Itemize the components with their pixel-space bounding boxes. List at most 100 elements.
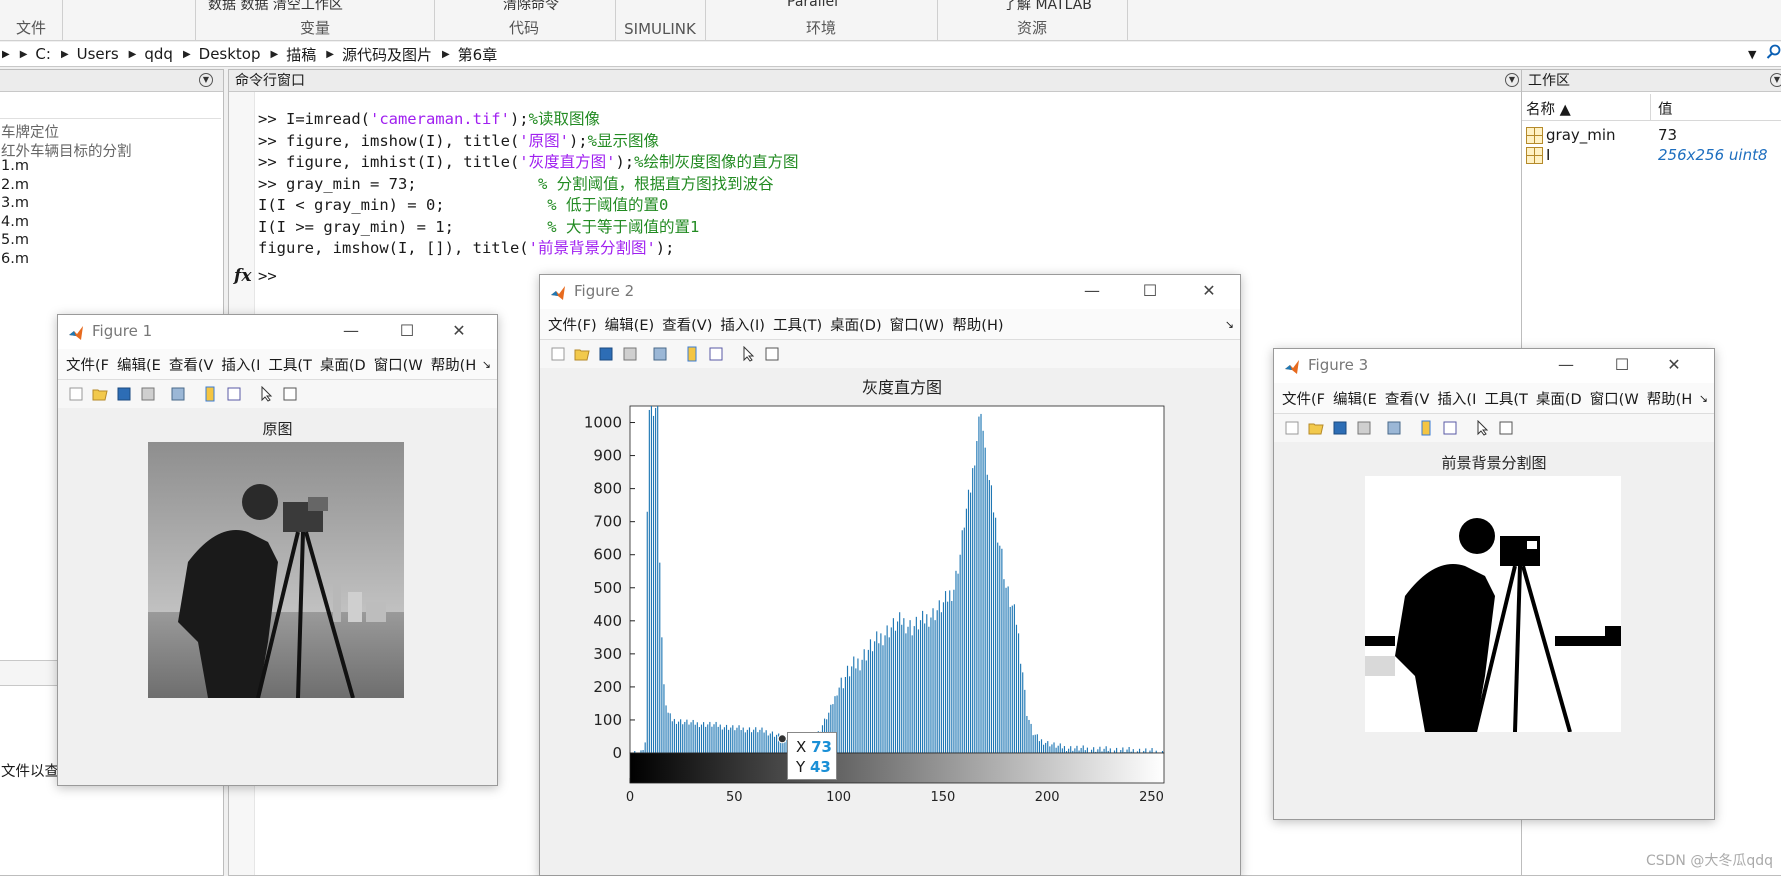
address-bar[interactable]: ▶ ▶C:▶Users▶qdq▶Desktop▶描稿▶源代码及图片▶第6章 ▼ [0, 42, 1781, 67]
overflow-icon[interactable]: ↘ [482, 358, 491, 371]
menu-item[interactable]: 工具(T [268, 354, 312, 375]
menu-item[interactable]: 编辑(E [1333, 388, 1377, 409]
link-icon[interactable] [170, 386, 186, 402]
print-icon[interactable] [622, 346, 638, 362]
minimize-icon[interactable]: — [1556, 355, 1576, 375]
breadcrumb-item[interactable]: qdq [144, 45, 173, 63]
close-icon[interactable]: ✕ [1664, 355, 1684, 375]
save-icon[interactable] [116, 386, 132, 402]
file-list-item[interactable]: 4.m [1, 214, 132, 233]
save-icon[interactable] [598, 346, 614, 362]
new-figure-icon[interactable] [1284, 420, 1300, 436]
breadcrumb-separator-icon[interactable]: ▶ [442, 49, 450, 60]
menu-item[interactable]: 查看(V) [662, 314, 712, 335]
file-list-item[interactable]: 2.m [1, 177, 132, 196]
section-label[interactable]: SIMULINK [615, 20, 705, 38]
fx-icon[interactable]: fx [234, 266, 251, 286]
menu-item[interactable]: 编辑(E) [605, 314, 654, 335]
open-file-icon[interactable] [574, 346, 590, 362]
datatip-marker[interactable] [778, 735, 786, 743]
menu-item[interactable]: 查看(V [1385, 388, 1430, 409]
menu-item[interactable]: 窗口(W) [890, 314, 945, 335]
menu-item[interactable]: 桌面(D) [830, 314, 881, 335]
menu-item[interactable]: 查看(V [169, 354, 214, 375]
link-icon[interactable] [1386, 420, 1402, 436]
legend-icon[interactable] [708, 346, 724, 362]
colorbar-icon[interactable] [202, 386, 218, 402]
property-editor-icon[interactable] [764, 346, 780, 362]
menu-item[interactable]: 插入(I) [720, 314, 765, 335]
minimize-icon[interactable]: — [341, 321, 361, 341]
panel-menu-icon[interactable]: ▼ [1770, 73, 1781, 87]
menu-item[interactable]: 文件(F) [548, 314, 597, 335]
new-figure-icon[interactable] [68, 386, 84, 402]
file-list-item[interactable]: 车牌定位 [1, 121, 132, 140]
file-list-item[interactable]: 1.m [1, 158, 132, 177]
panel-menu-icon[interactable]: ▼ [1505, 73, 1519, 87]
column-name-header[interactable]: 名称 ▲ [1526, 98, 1571, 119]
menu-item[interactable]: 桌面(D [1536, 388, 1582, 409]
breadcrumb-item[interactable]: 描稿 [286, 44, 316, 65]
file-list-item[interactable]: 3.m [1, 195, 132, 214]
histogram-chart[interactable]: 灰度直方图 01002003004005006007008009001000 0… [540, 368, 1238, 874]
workspace-row[interactable]: I 256x256 uint8 [1524, 146, 1781, 166]
breadcrumb-item[interactable]: 第6章 [458, 44, 498, 65]
minimize-icon[interactable]: — [1082, 281, 1102, 301]
pointer-icon[interactable] [1474, 420, 1490, 436]
pointer-icon[interactable] [740, 346, 756, 362]
variable-buttons[interactable]: 数据 数据 清空工作区 [208, 0, 343, 14]
breadcrumb-separator-icon[interactable]: ▶ [326, 49, 334, 60]
breadcrumb-separator-icon[interactable]: ▶ [61, 49, 69, 60]
legend-icon[interactable] [1442, 420, 1458, 436]
breadcrumb-item[interactable]: Users [77, 45, 119, 63]
segmented-image[interactable] [1365, 476, 1621, 732]
panel-menu-icon[interactable]: ▼ [199, 73, 213, 87]
menu-item[interactable]: 插入(I [221, 354, 260, 375]
caret-right-icon[interactable]: ▶ [2, 49, 10, 60]
colorbar-icon[interactable] [684, 346, 700, 362]
link-icon[interactable] [652, 346, 668, 362]
overflow-icon[interactable]: ↘ [1699, 392, 1708, 405]
menu-item[interactable]: 工具(T [1484, 388, 1528, 409]
search-icon[interactable] [1766, 44, 1781, 64]
file-list-item[interactable]: 红外车辆目标的分割 [1, 140, 132, 159]
save-icon[interactable] [1332, 420, 1348, 436]
clear-commands-button[interactable]: 清除命令 [503, 0, 559, 14]
new-figure-icon[interactable] [550, 346, 566, 362]
menu-item[interactable]: 工具(T) [773, 314, 822, 335]
datatip[interactable]: X 73 Y 43 [787, 732, 837, 780]
close-icon[interactable]: ✕ [1199, 281, 1219, 301]
parallel-button[interactable]: Parallel [787, 0, 838, 10]
figure-2-window[interactable]: Figure 2 — ☐ ✕ 文件(F) 编辑(E) 查看(V) 插入(I) 工具(T)… [539, 274, 1241, 876]
print-icon[interactable] [140, 386, 156, 402]
file-list-item[interactable]: 6.m [1, 251, 132, 270]
dropdown-icon[interactable]: ▼ [1748, 48, 1756, 61]
figure-3-window[interactable]: Figure 3 — ☐ ✕ 文件(F编辑(E查看(V插入(I工具(T桌面(D窗… [1273, 348, 1715, 820]
breadcrumb-item[interactable]: Desktop [199, 45, 261, 63]
title-bar[interactable]: Figure 2 — ☐ ✕ [540, 275, 1240, 309]
maximize-icon[interactable]: ☐ [1140, 281, 1160, 301]
overflow-icon[interactable]: ↘ [1225, 318, 1234, 331]
menu-item[interactable]: 桌面(D [320, 354, 366, 375]
close-icon[interactable]: ✕ [449, 321, 469, 341]
column-value-header[interactable]: 值 [1658, 98, 1673, 119]
pointer-icon[interactable] [258, 386, 274, 402]
breadcrumb-separator-icon[interactable]: ▶ [271, 49, 279, 60]
file-list-item[interactable]: 5.m [1, 232, 132, 251]
breadcrumb-item[interactable]: C: [35, 45, 51, 63]
menu-item[interactable]: 窗口(W [374, 354, 423, 375]
print-icon[interactable] [1356, 420, 1372, 436]
colorbar-icon[interactable] [1418, 420, 1434, 436]
menu-item[interactable]: 帮助(H) [952, 314, 1003, 335]
open-file-icon[interactable] [1308, 420, 1324, 436]
workspace-row[interactable]: gray_min 73 [1524, 126, 1781, 146]
menu-item[interactable]: 插入(I [1437, 388, 1476, 409]
property-editor-icon[interactable] [282, 386, 298, 402]
menu-item[interactable]: 文件(F [1282, 388, 1325, 409]
learn-matlab-button[interactable]: 了解 MATLAB [1003, 0, 1092, 14]
maximize-icon[interactable]: ☐ [1612, 355, 1632, 375]
breadcrumb-separator-icon[interactable]: ▶ [20, 49, 28, 60]
property-editor-icon[interactable] [1498, 420, 1514, 436]
legend-icon[interactable] [226, 386, 242, 402]
command-prompt[interactable]: >> [258, 267, 277, 285]
